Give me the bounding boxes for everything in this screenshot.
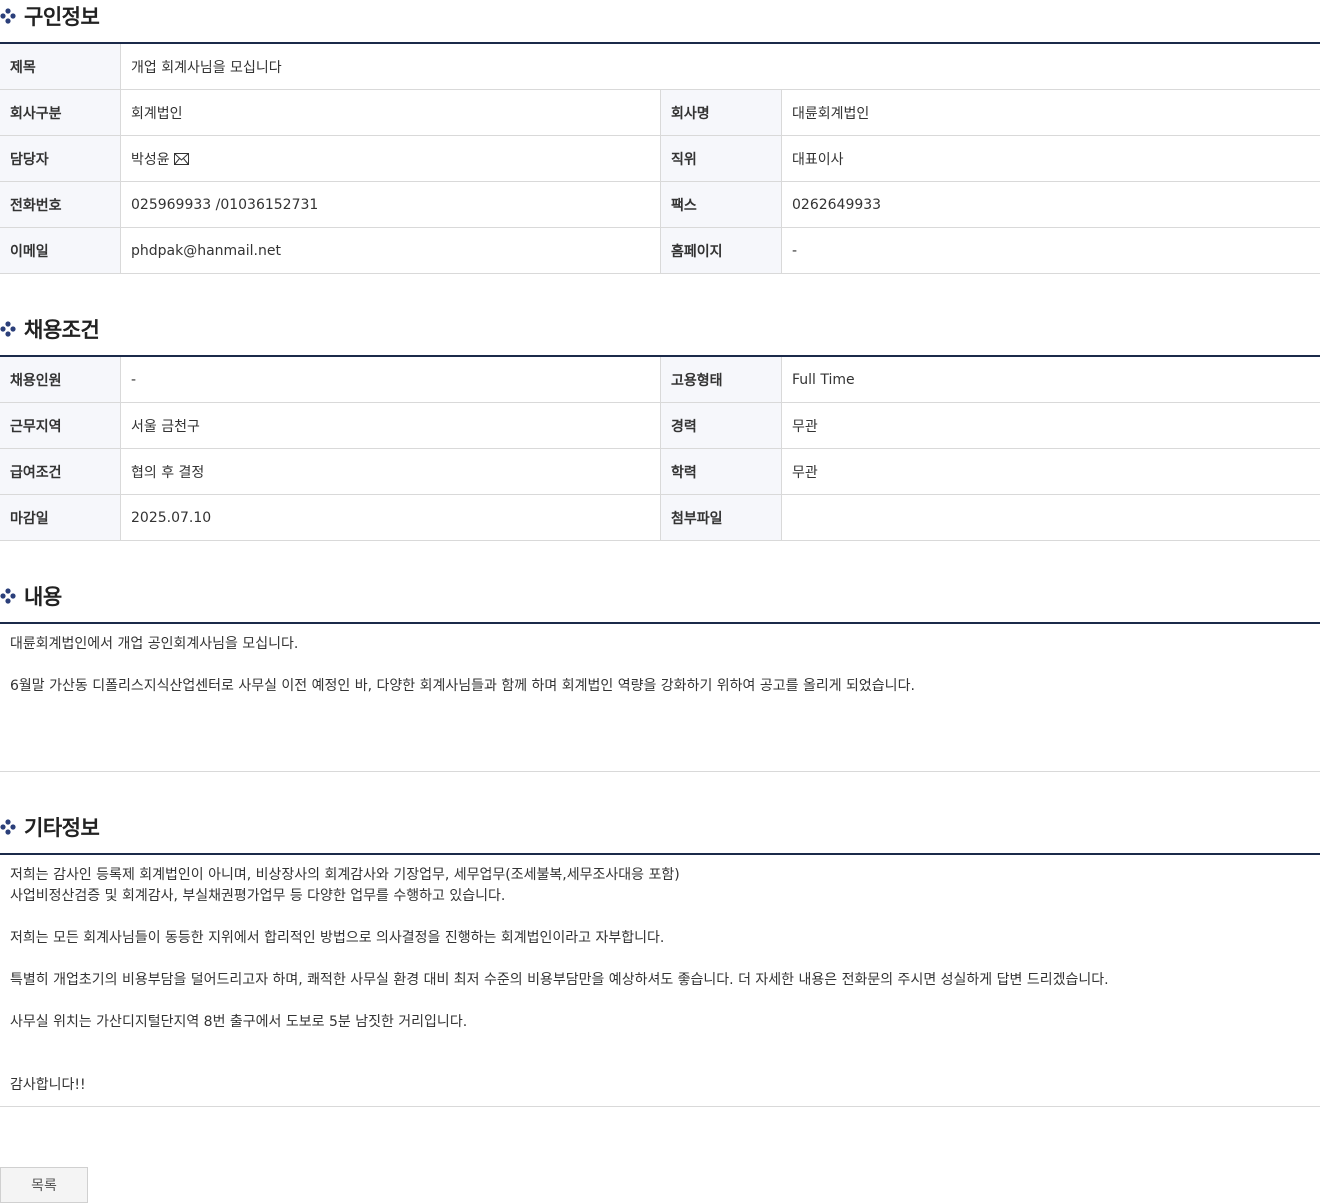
other-paragraph: 사업비정산검증 및 회계감사, 부실채권평가업무 등 다양한 업무를 수행하고 … — [10, 888, 506, 904]
employment-type-value: Full Time — [792, 371, 855, 388]
section-title-hiring-conditions: 채용조건 — [0, 313, 100, 345]
homepage-value: - — [792, 242, 798, 259]
email-label: 이메일 — [0, 228, 121, 273]
dots-icon — [0, 819, 16, 835]
dots-icon — [0, 321, 16, 337]
table-row: 전화번호 025969933 /01036152731 팩스 026264993… — [0, 182, 1320, 228]
experience-label: 경력 — [661, 403, 782, 448]
company-type-label: 회사구분 — [0, 90, 121, 135]
education-label: 학력 — [661, 449, 782, 494]
title-label: 제목 — [0, 44, 121, 89]
section-title-text: 내용 — [24, 585, 62, 609]
company-name-label: 회사명 — [661, 90, 782, 135]
dots-icon — [0, 588, 16, 604]
table-row: 회사구분 회계법인 회사명 대륜회계법인 — [0, 90, 1320, 136]
location-value: 서울 금천구 — [121, 403, 661, 448]
mail-icon[interactable] — [173, 152, 189, 165]
salary-label: 급여조건 — [0, 449, 121, 494]
deadline-value: 2025.07.10 — [121, 495, 661, 540]
fax-label: 팩스 — [661, 182, 782, 227]
fax-value: 0262649933 — [792, 196, 882, 213]
section-title-text: 채용조건 — [24, 318, 100, 342]
headcount-label: 채용인원 — [0, 357, 121, 402]
phone-value: 025969933 /01036152731 — [121, 182, 661, 227]
company-type-value: 회계법인 — [121, 90, 661, 135]
company-name-value: 대륜회계법인 — [792, 105, 870, 122]
table-row: 마감일 2025.07.10 첨부파일 — [0, 495, 1320, 541]
table-row: 채용인원 - 고용형태 Full Time — [0, 357, 1320, 403]
other-paragraph: 저희는 모든 회계사님들이 동등한 지위에서 합리적인 방법으로 의사결정을 진… — [10, 930, 665, 946]
section-title-text: 기타정보 — [24, 816, 100, 840]
table-row: 이메일 phdpak@hanmail.net 홈페이지 - — [0, 228, 1320, 274]
position-value: 대표이사 — [792, 151, 844, 168]
section-title-text: 구인정보 — [24, 5, 100, 29]
title-value: 개업 회계사님을 모십니다 — [131, 59, 282, 76]
hiring-conditions-table: 채용인원 - 고용형태 Full Time 근무지역 서울 금천구 경력 무관 … — [0, 355, 1320, 541]
phone-label: 전화번호 — [0, 182, 121, 227]
attachment-value[interactable] — [782, 495, 1320, 540]
content-body: 대륜회계법인에서 개업 공인회계사님을 모십니다. 6월말 가산동 디폴리스지식… — [0, 622, 1320, 772]
list-button[interactable]: 목록 — [0, 1167, 88, 1203]
section-title-other-info: 기타정보 — [0, 811, 100, 843]
recruiter-info-table: 제목 개업 회계사님을 모십니다 회사구분 회계법인 회사명 대륜회계법인 담당… — [0, 42, 1320, 274]
content-paragraph: 6월말 가산동 디폴리스지식산업센터로 사무실 이전 예정인 바, 다양한 회계… — [10, 678, 915, 694]
section-title-recruiter-info: 구인정보 — [0, 0, 100, 32]
headcount-value: - — [121, 357, 661, 402]
contact-cell: 박성윤 — [121, 136, 661, 181]
dots-icon — [0, 8, 16, 24]
employment-type-label: 고용형태 — [661, 357, 782, 402]
table-row: 제목 개업 회계사님을 모십니다 — [0, 44, 1320, 90]
location-label: 근무지역 — [0, 403, 121, 448]
other-info-body: 저희는 감사인 등록제 회계법인이 아니며, 비상장사의 회계감사와 기장업무,… — [0, 853, 1320, 1107]
position-label: 직위 — [661, 136, 782, 181]
content-paragraph: 대륜회계법인에서 개업 공인회계사님을 모십니다. — [10, 636, 299, 652]
attachment-label: 첨부파일 — [661, 495, 782, 540]
salary-value: 협의 후 결정 — [121, 449, 661, 494]
email-value: phdpak@hanmail.net — [121, 228, 661, 273]
contact-label: 담당자 — [0, 136, 121, 181]
table-row: 담당자 박성윤 직위 대표이사 — [0, 136, 1320, 182]
deadline-label: 마감일 — [0, 495, 121, 540]
other-paragraph: 저희는 감사인 등록제 회계법인이 아니며, 비상장사의 회계감사와 기장업무,… — [10, 867, 680, 883]
section-title-content: 내용 — [0, 580, 62, 612]
other-paragraph: 사무실 위치는 가산디지털단지역 8번 출구에서 도보로 5분 남짓한 거리입니… — [10, 1014, 468, 1030]
table-row: 근무지역 서울 금천구 경력 무관 — [0, 403, 1320, 449]
table-row: 급여조건 협의 후 결정 학력 무관 — [0, 449, 1320, 495]
education-value: 무관 — [792, 464, 818, 481]
experience-value: 무관 — [792, 418, 818, 435]
other-paragraph: 특별히 개업초기의 비용부담을 덜어드리고자 하며, 쾌적한 사무실 환경 대비… — [10, 972, 1109, 988]
other-paragraph: 감사합니다!! — [10, 1077, 86, 1093]
contact-value: 박성윤 — [131, 151, 170, 168]
homepage-label: 홈페이지 — [661, 228, 782, 273]
